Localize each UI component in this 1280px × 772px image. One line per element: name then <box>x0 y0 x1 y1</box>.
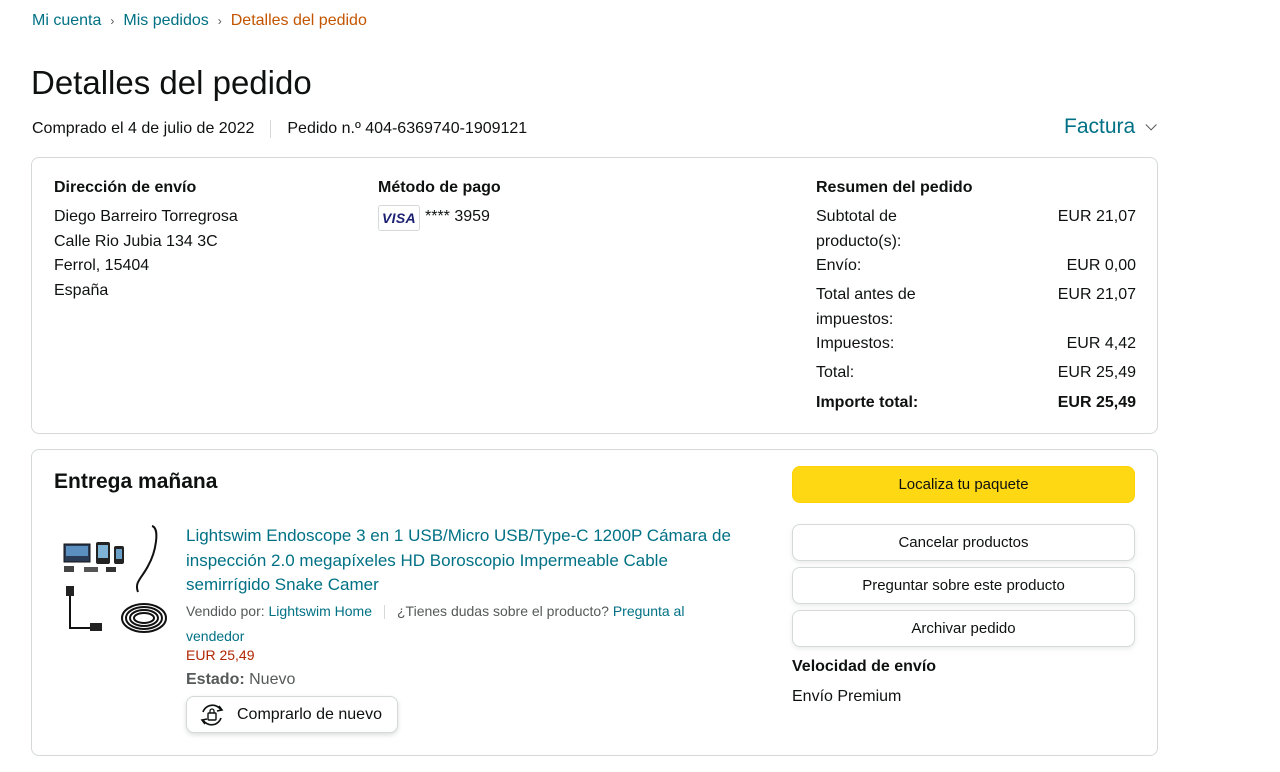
archive-order-button[interactable]: Archivar pedido <box>792 610 1135 647</box>
summary-value: EUR 0,00 <box>1066 257 1136 274</box>
address-country: España <box>54 282 109 299</box>
invoice-label: Factura <box>1064 115 1136 138</box>
summary-value: EUR 4,42 <box>1066 335 1136 352</box>
buy-again-button[interactable]: Comprarlo de nuevo <box>186 696 398 733</box>
product-title-link[interactable]: Lightswim Endoscope 3 en 1 USB/Micro USB… <box>186 524 746 598</box>
summary-row-total: Total: EUR 25,49 <box>816 361 1136 386</box>
chevron-right-icon: › <box>110 14 115 28</box>
summary-value: EUR 21,07 <box>1057 286 1136 303</box>
invoice-dropdown[interactable]: Factura <box>1064 115 1157 139</box>
address-street: Calle Rio Jubia 134 3C <box>54 233 218 250</box>
summary-label: Impuestos: <box>816 335 895 352</box>
product-price: EUR 25,49 <box>186 647 255 663</box>
card-number: **** 3959 <box>425 208 490 225</box>
divider <box>270 120 272 138</box>
question-text: ¿Tienes dudas sobre el producto? <box>397 603 609 619</box>
divider <box>384 605 385 620</box>
breadcrumb-my-orders[interactable]: Mis pedidos <box>123 12 208 30</box>
buy-again-label: Comprarlo de nuevo <box>237 705 382 723</box>
breadcrumb-current: Detalles del pedido <box>230 12 367 29</box>
product-image[interactable] <box>56 522 172 638</box>
order-summary-title: Resumen del pedido <box>816 179 973 196</box>
order-meta: Comprado el 4 de julio de 2022 Pedido n.… <box>32 120 527 138</box>
summary-label: Envío: <box>816 257 862 274</box>
visa-card-icon: VISA <box>378 205 420 231</box>
summary-label: Total: <box>816 364 855 381</box>
summary-row-taxes: Impuestos: EUR 4,42 <box>816 332 1136 357</box>
summary-value: EUR 21,07 <box>1057 208 1136 225</box>
seller-info: Vendido por: Lightswim Home ¿Tienes dudas… <box>186 599 746 648</box>
track-package-button[interactable]: Localiza tu paquete <box>792 466 1135 503</box>
summary-label: Total antes de impuestos: <box>816 286 916 328</box>
product-condition: Estado: Nuevo <box>186 671 295 689</box>
sold-by-label: Vendido por: <box>186 603 265 619</box>
shipping-address-title: Dirección de envío <box>54 179 197 196</box>
delivery-card: Entrega mañana Lightswim Endoscope 3 en … <box>31 449 1158 756</box>
ask-product-question-button[interactable]: Preguntar sobre este producto <box>792 567 1135 604</box>
card-brand: VISA <box>382 210 416 226</box>
shipping-speed-title: Velocidad de envío <box>792 658 937 675</box>
summary-row-grand-total: Importe total: EUR 25,49 <box>816 391 1136 416</box>
summary-row-subtotal: Subtotal de producto(s): EUR 21,07 <box>816 205 1136 254</box>
order-number: Pedido n.º 404-6369740-1909121 <box>287 120 528 137</box>
address-city: Ferrol, 15404 <box>54 257 150 274</box>
chevron-right-icon: › <box>217 14 222 28</box>
summary-label: Importe total: <box>816 394 919 411</box>
cancel-items-button[interactable]: Cancelar productos <box>792 524 1135 561</box>
breadcrumb-my-account[interactable]: Mi cuenta <box>32 12 101 30</box>
summary-row-before-tax: Total antes de impuestos: EUR 21,07 <box>816 283 1136 332</box>
page-title: Detalles del pedido <box>31 64 312 101</box>
summary-value: EUR 25,49 <box>1057 364 1136 381</box>
seller-link[interactable]: Lightswim Home <box>269 603 372 619</box>
summary-label: Subtotal de producto(s): <box>816 208 902 250</box>
summary-value: EUR 25,49 <box>1057 394 1136 411</box>
breadcrumb: Mi cuenta › Mis pedidos › Detalles del p… <box>32 12 367 30</box>
delivery-title: Entrega mañana <box>54 470 218 493</box>
chevron-down-icon <box>1145 119 1157 131</box>
endoscope-product-icon <box>63 525 167 633</box>
summary-row-shipping: Envío: EUR 0,00 <box>816 254 1136 279</box>
address-name: Diego Barreiro Torregrosa <box>54 208 238 225</box>
order-summary-card: Dirección de envío Diego Barreiro Torreg… <box>31 157 1158 434</box>
condition-label: Estado: <box>186 671 245 688</box>
payment-method-title: Método de pago <box>378 179 501 196</box>
condition-value: Nuevo <box>249 671 296 688</box>
shipping-speed-value: Envío Premium <box>792 688 902 705</box>
buy-again-icon <box>200 703 224 726</box>
purchase-date: Comprado el 4 de julio de 2022 <box>32 120 255 137</box>
